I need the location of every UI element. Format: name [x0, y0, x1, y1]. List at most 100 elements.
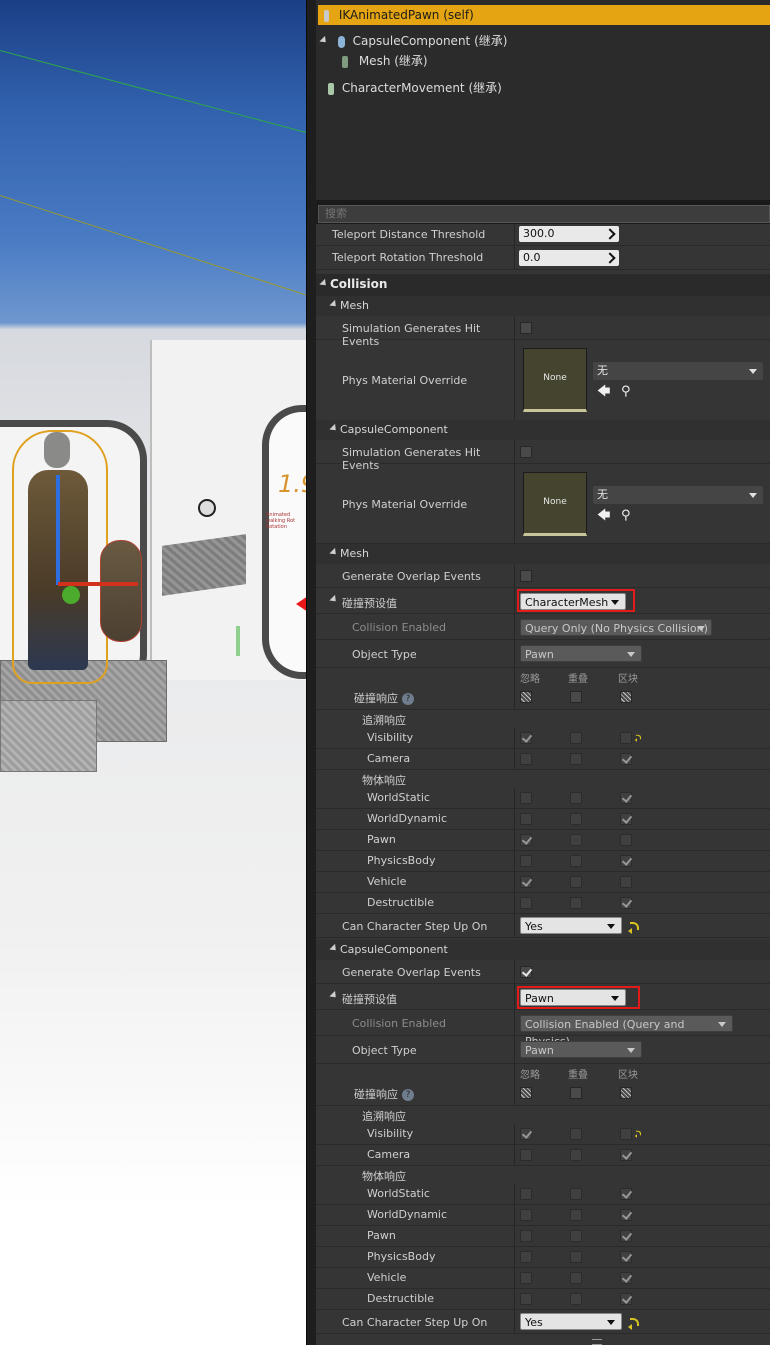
ignore-all-checkbox[interactable]	[520, 691, 532, 703]
ignore-checkbox[interactable]	[520, 1188, 532, 1200]
collision-mesh-subcategory[interactable]: Mesh	[316, 296, 770, 316]
capsule-hit-events-checkbox[interactable]	[520, 446, 532, 458]
mesh-overlap-checkbox[interactable]	[520, 570, 532, 582]
expand-arrow-icon[interactable]	[319, 35, 329, 46]
ignore-checkbox[interactable]	[520, 1128, 532, 1140]
capsule-asset-thumbnail[interactable]: None	[523, 472, 587, 536]
capsule-object-type-dropdown[interactable]: Pawn	[520, 1041, 642, 1058]
ignore-checkbox[interactable]	[520, 753, 532, 765]
overlap-checkbox[interactable]	[570, 1128, 582, 1140]
overlap-all-checkbox[interactable]	[570, 1087, 582, 1099]
capsule-enabled-dropdown[interactable]: Collision Enabled (Query and Physics)	[520, 1015, 733, 1048]
overlap-checkbox[interactable]	[570, 732, 582, 744]
block-checkbox[interactable]	[620, 753, 632, 765]
ignore-checkbox[interactable]	[520, 876, 532, 888]
mesh-hit-events-checkbox[interactable]	[520, 322, 532, 334]
expand-arrow-icon[interactable]	[329, 990, 339, 1001]
block-checkbox[interactable]	[620, 1293, 632, 1305]
mesh-enabled-dropdown[interactable]: Query Only (No Physics Collision)	[520, 619, 712, 636]
block-all-checkbox[interactable]	[620, 1087, 632, 1099]
ignore-checkbox[interactable]	[520, 813, 532, 825]
capsule-phys-material-dropdown[interactable]: 无	[593, 486, 763, 504]
viewport-second-character[interactable]	[100, 540, 142, 642]
mesh-object-type-dropdown[interactable]: Pawn	[520, 645, 642, 662]
block-checkbox[interactable]	[620, 897, 632, 909]
block-checkbox[interactable]	[620, 1188, 632, 1200]
overlap-checkbox[interactable]	[570, 1209, 582, 1221]
block-checkbox[interactable]	[620, 1230, 632, 1242]
ignore-checkbox[interactable]	[520, 1209, 532, 1221]
mesh-asset-thumbnail[interactable]: None	[523, 348, 587, 412]
overlap-checkbox[interactable]	[570, 1230, 582, 1242]
expand-arrow-icon[interactable]	[329, 423, 339, 434]
drag-handle-icon[interactable]	[604, 252, 616, 264]
overlap-checkbox[interactable]	[570, 753, 582, 765]
mesh-phys-material-dropdown[interactable]: 无	[593, 362, 763, 380]
mesh-subcategory[interactable]: Mesh	[316, 544, 770, 564]
expand-arrow-icon[interactable]	[319, 278, 329, 289]
capsule-subcategory[interactable]: CapsuleComponent	[316, 940, 770, 960]
overlap-checkbox[interactable]	[570, 792, 582, 804]
block-checkbox[interactable]	[620, 1209, 632, 1221]
block-checkbox[interactable]	[620, 813, 632, 825]
expand-arrow-icon[interactable]	[329, 547, 339, 558]
panel-resize-grip-icon[interactable]	[592, 1339, 602, 1345]
capsule-step-up-dropdown[interactable]: Yes	[520, 1313, 622, 1330]
search-input[interactable]	[319, 206, 769, 221]
gizmo-z-axis[interactable]	[56, 475, 60, 585]
ignore-checkbox[interactable]	[520, 897, 532, 909]
overlap-checkbox[interactable]	[570, 1251, 582, 1263]
ignore-checkbox[interactable]	[520, 792, 532, 804]
ignore-checkbox[interactable]	[520, 732, 532, 744]
ignore-checkbox[interactable]	[520, 855, 532, 867]
browse-magnifier-icon[interactable]: ⚲	[621, 385, 631, 398]
browse-magnifier-icon[interactable]: ⚲	[621, 509, 631, 522]
capsule-overlap-checkbox[interactable]	[520, 966, 532, 978]
overlap-checkbox[interactable]	[570, 855, 582, 867]
overlap-checkbox[interactable]	[570, 834, 582, 846]
block-checkbox[interactable]	[620, 1149, 632, 1161]
ignore-checkbox[interactable]	[520, 1293, 532, 1305]
drag-handle-icon[interactable]	[604, 228, 616, 240]
help-icon[interactable]: ?	[402, 693, 414, 705]
block-checkbox[interactable]	[620, 876, 632, 888]
block-checkbox[interactable]	[620, 1251, 632, 1263]
reset-to-default-icon[interactable]	[634, 734, 642, 742]
block-checkbox[interactable]	[620, 732, 632, 744]
expand-arrow-icon[interactable]	[329, 299, 339, 310]
level-viewport[interactable]: 1.9 Animated walking Rot Rotation	[0, 0, 308, 1345]
ignore-checkbox[interactable]	[520, 1149, 532, 1161]
ignore-checkbox[interactable]	[520, 834, 532, 846]
ignore-all-checkbox[interactable]	[520, 1087, 532, 1099]
block-all-checkbox[interactable]	[620, 691, 632, 703]
block-checkbox[interactable]	[620, 855, 632, 867]
overlap-checkbox[interactable]	[570, 897, 582, 909]
details-search-box[interactable]	[318, 205, 770, 223]
mesh-step-up-dropdown[interactable]: Yes	[520, 917, 622, 934]
block-checkbox[interactable]	[620, 1272, 632, 1284]
tree-item-mesh[interactable]: Mesh (继承)	[342, 51, 428, 71]
use-selected-arrow-icon[interactable]: 🡄	[597, 385, 610, 398]
tree-item-self[interactable]: IKAnimatedPawn (self)	[318, 5, 770, 25]
overlap-checkbox[interactable]	[570, 1293, 582, 1305]
overlap-checkbox[interactable]	[570, 1188, 582, 1200]
overlap-checkbox[interactable]	[570, 1149, 582, 1161]
ignore-checkbox[interactable]	[520, 1272, 532, 1284]
help-icon[interactable]: ?	[402, 1089, 414, 1101]
expand-arrow-icon[interactable]	[329, 943, 339, 954]
viewport-selected-character[interactable]	[12, 430, 108, 684]
tree-item-movement[interactable]: CharacterMovement (继承)	[328, 78, 502, 98]
collision-category[interactable]: Collision	[316, 274, 770, 296]
ignore-checkbox[interactable]	[520, 1251, 532, 1263]
block-checkbox[interactable]	[620, 834, 632, 846]
expand-arrow-icon[interactable]	[329, 594, 339, 605]
reset-to-default-icon[interactable]	[634, 1130, 642, 1138]
overlap-checkbox[interactable]	[570, 876, 582, 888]
block-checkbox[interactable]	[620, 1128, 632, 1140]
overlap-checkbox[interactable]	[570, 1272, 582, 1284]
overlap-checkbox[interactable]	[570, 813, 582, 825]
overlap-all-checkbox[interactable]	[570, 691, 582, 703]
gizmo-y-axis[interactable]	[62, 586, 80, 604]
collision-capsule-subcategory[interactable]: CapsuleComponent	[316, 420, 770, 440]
teleport-rotation-input[interactable]: 0.0	[519, 250, 619, 266]
